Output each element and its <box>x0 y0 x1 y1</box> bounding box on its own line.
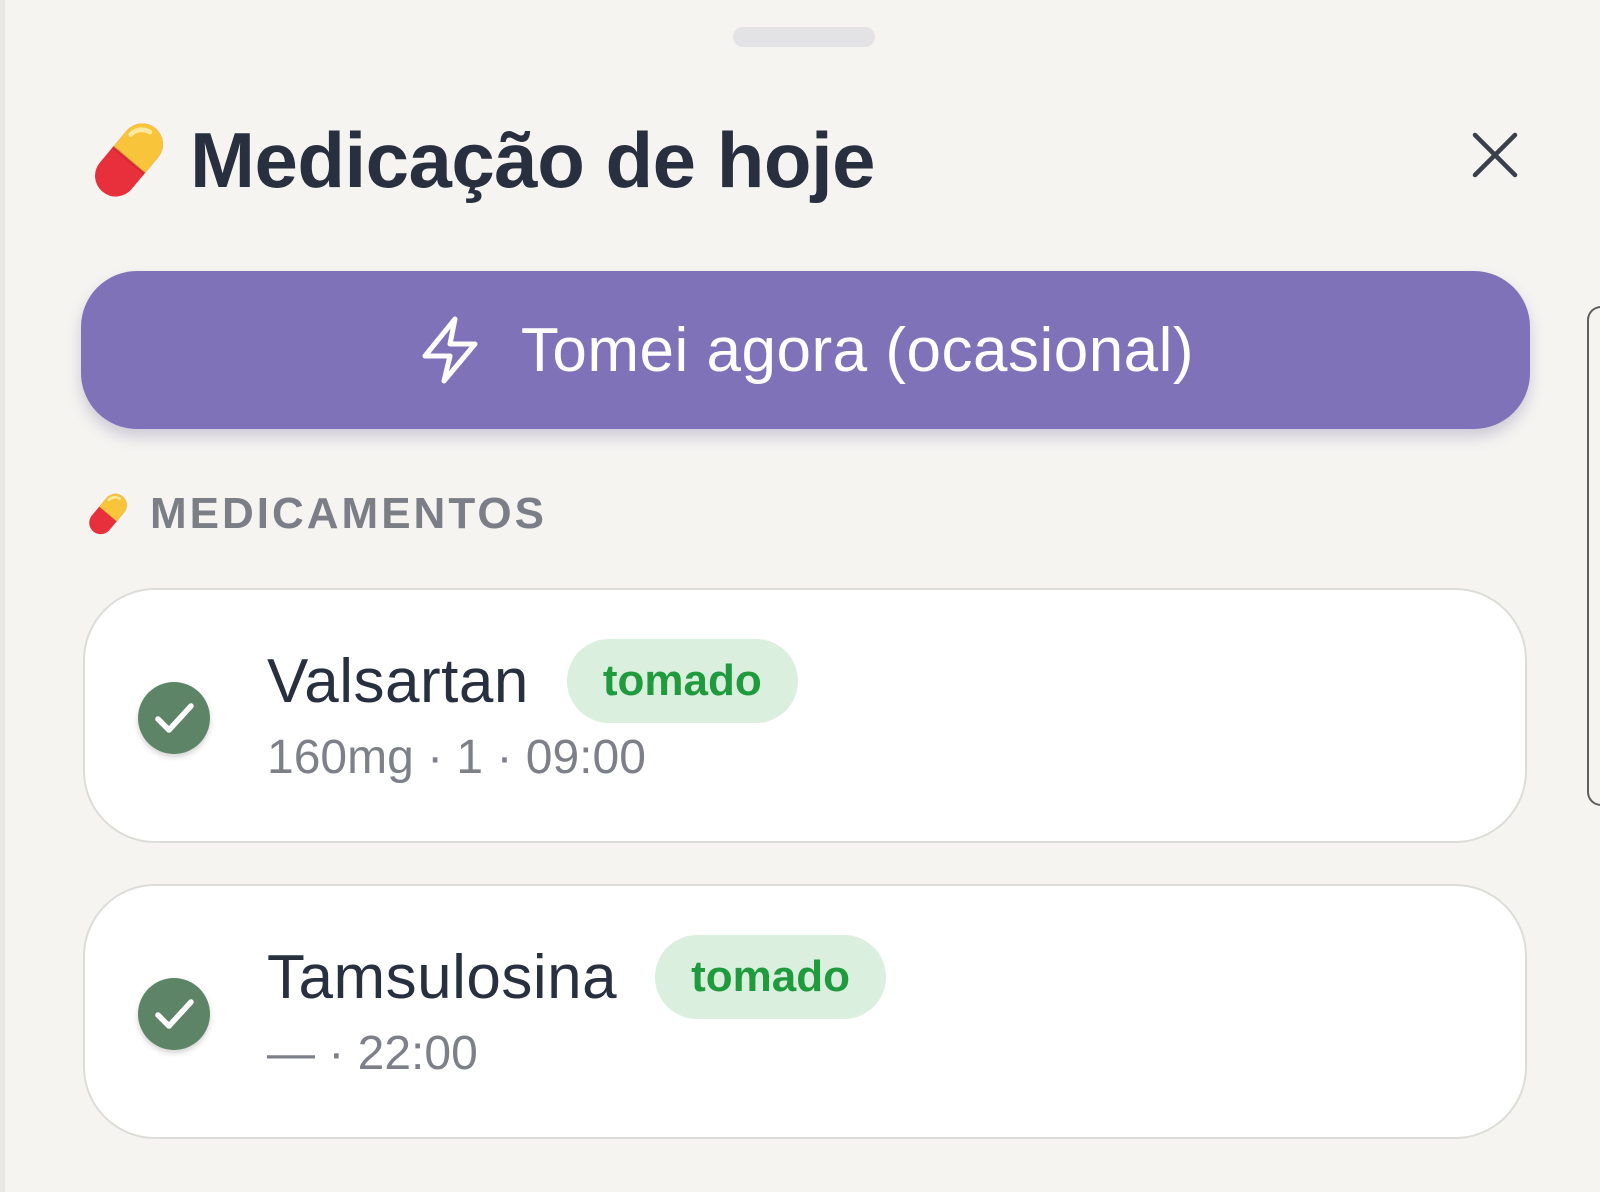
section-label: MEDICAMENTOS <box>150 489 547 538</box>
scrollbar[interactable] <box>1587 306 1600 806</box>
medication-card[interactable]: Tamsulosina tomado — · 22:00 <box>83 884 1527 1139</box>
pill-emoji-icon <box>89 493 127 535</box>
medication-details: 160mg · 1 · 09:00 <box>267 731 646 784</box>
taken-checkbox[interactable] <box>138 682 210 754</box>
medication-name-row: Valsartan tomado <box>267 638 798 724</box>
lightning-icon <box>422 316 478 384</box>
close-icon <box>1472 132 1518 178</box>
took-now-label: Tomei agora (ocasional) <box>520 315 1195 385</box>
medication-sheet: Medicação de hoje Tomei agora (ocasional… <box>0 0 1600 1192</box>
medication-name: Tamsulosina <box>267 942 618 1012</box>
checkmark-icon <box>155 999 194 1029</box>
sheet-header: Medicação de hoje <box>82 110 876 210</box>
medication-name-row: Tamsulosina tomado <box>267 934 886 1020</box>
close-button[interactable] <box>1465 125 1525 185</box>
pill-emoji-icon <box>95 123 163 197</box>
took-now-button[interactable]: Tomei agora (ocasional) <box>81 271 1530 429</box>
status-badge: tomado <box>655 935 886 1019</box>
medication-name: Valsartan <box>267 646 529 716</box>
section-header: MEDICAMENTOS <box>82 488 547 540</box>
medication-card[interactable]: Valsartan tomado 160mg · 1 · 09:00 <box>83 588 1527 843</box>
medication-details: — · 22:00 <box>267 1027 478 1080</box>
taken-checkbox[interactable] <box>138 978 210 1050</box>
checkmark-icon <box>155 703 194 733</box>
drag-handle[interactable] <box>733 27 875 47</box>
status-badge: tomado <box>566 639 798 723</box>
page-title: Medicação de hoje <box>190 115 876 204</box>
